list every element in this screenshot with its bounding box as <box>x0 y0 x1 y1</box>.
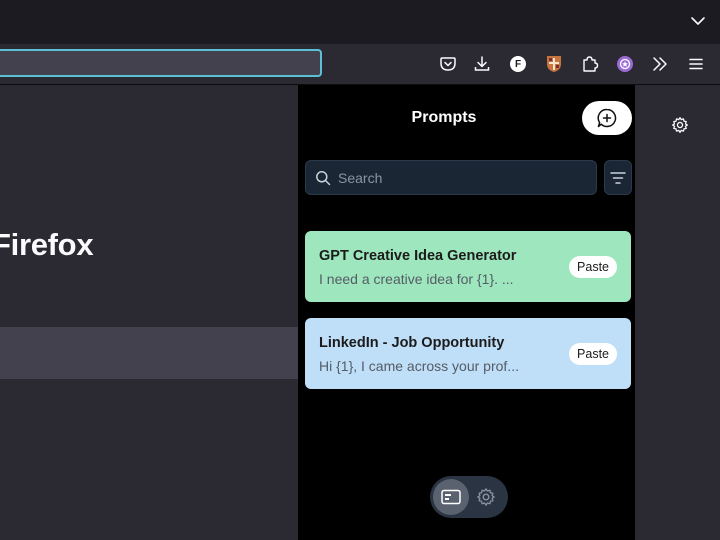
view-switcher <box>430 476 508 518</box>
prompt-card[interactable]: GPT Creative Idea Generator I need a cre… <box>305 231 631 302</box>
prompts-extension-icon[interactable] <box>613 52 637 76</box>
puzzle-icon[interactable] <box>578 52 602 76</box>
add-chat-icon <box>597 108 617 128</box>
filter-icon <box>610 171 626 184</box>
hamburger-menu-icon[interactable] <box>684 52 708 76</box>
filter-button[interactable] <box>604 160 632 195</box>
account-avatar-letter: F <box>510 56 526 72</box>
double-chevron-icon[interactable] <box>648 52 672 76</box>
page-heading: Firefox <box>0 227 94 262</box>
url-bar[interactable] <box>0 49 322 77</box>
prompt-title: GPT Creative Idea Generator <box>319 248 517 264</box>
paste-button[interactable]: Paste <box>569 256 617 278</box>
panel-settings-button[interactable] <box>474 485 498 509</box>
prompt-preview: I need a creative idea for {1}. ... <box>319 271 514 287</box>
gear-icon <box>477 488 495 506</box>
navigation-toolbar: F <box>0 44 720 85</box>
sidebar-strip <box>635 85 720 540</box>
page-search-band[interactable] <box>0 327 298 379</box>
download-icon[interactable] <box>470 52 494 76</box>
sidebar-view-icon <box>441 489 461 505</box>
prompt-card[interactable]: LinkedIn - Job Opportunity Hi {1}, I cam… <box>305 318 631 389</box>
chevron-down-icon[interactable] <box>690 13 706 29</box>
panel-title: Prompts <box>411 109 477 126</box>
search-placeholder: Search <box>338 170 383 186</box>
tab-strip <box>0 0 720 44</box>
prompts-panel: Prompts Search GPT Creative Idea Generat… <box>298 85 635 540</box>
prompt-preview: Hi {1}, I came across your prof... <box>319 358 519 374</box>
sidebar-view-button[interactable] <box>433 479 469 515</box>
pocket-icon[interactable] <box>436 52 460 76</box>
search-input[interactable]: Search <box>305 160 597 195</box>
shield-extension-icon[interactable] <box>542 52 566 76</box>
account-avatar-icon[interactable]: F <box>506 52 530 76</box>
prompt-title: LinkedIn - Job Opportunity <box>319 335 505 351</box>
new-prompt-button[interactable] <box>582 101 632 135</box>
search-icon <box>315 170 331 186</box>
paste-button[interactable]: Paste <box>569 343 617 365</box>
gear-icon[interactable] <box>671 116 689 134</box>
page-content: Firefox <box>0 85 298 540</box>
